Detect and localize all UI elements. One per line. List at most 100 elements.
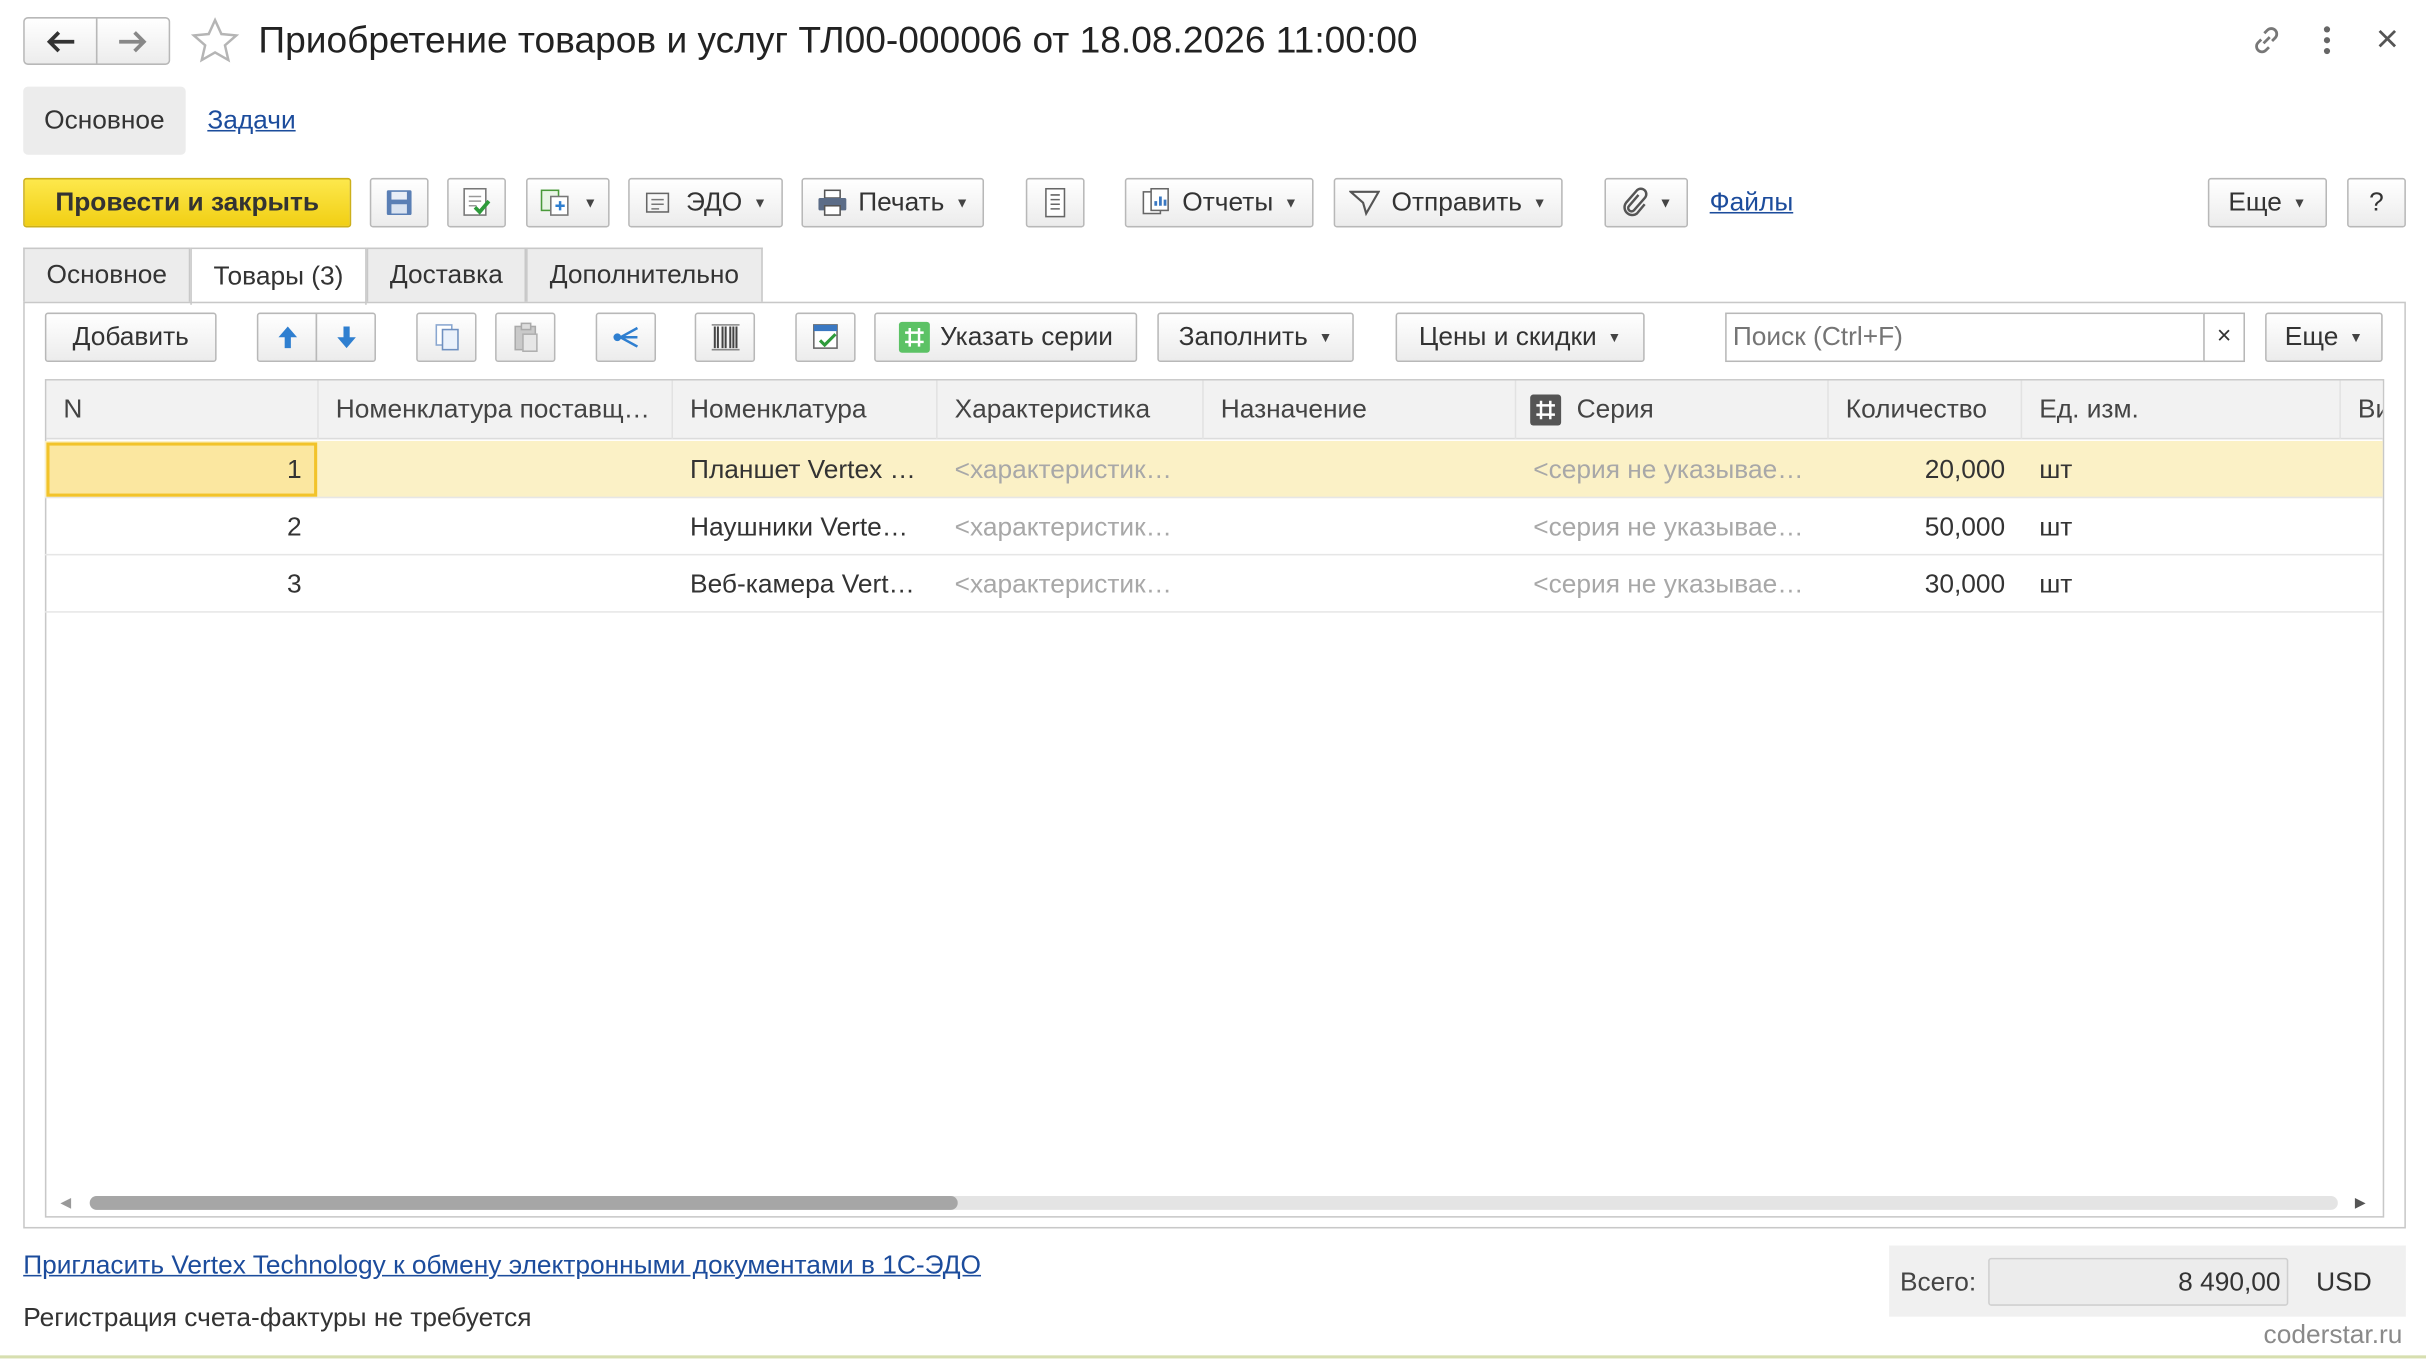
paste-row-button[interactable] bbox=[495, 312, 556, 363]
cell-characteristic[interactable]: <характеристик… bbox=[938, 555, 1204, 612]
invoice-note: Регистрация счета-фактуры не требуется bbox=[23, 1302, 532, 1333]
create-based-on-button[interactable]: ▼ bbox=[526, 177, 610, 228]
arrow-up-icon bbox=[275, 323, 300, 351]
post-and-close-button[interactable]: Провести и закрыть bbox=[23, 177, 352, 228]
hash-icon bbox=[898, 321, 930, 353]
more-vertical-icon[interactable] bbox=[2316, 23, 2338, 57]
distribute-button[interactable] bbox=[595, 312, 657, 363]
col-header-qty[interactable]: Количество bbox=[1829, 380, 2023, 440]
cell-qty[interactable]: 30,000 bbox=[1829, 555, 2022, 612]
cell-series[interactable]: <серия не указывае… bbox=[1516, 555, 1829, 612]
star-icon[interactable] bbox=[190, 17, 240, 67]
files-link[interactable]: Файлы bbox=[1710, 187, 1794, 218]
col-header-purpose[interactable]: Назначение bbox=[1204, 380, 1517, 440]
scrollbar-thumb[interactable] bbox=[89, 1195, 958, 1210]
col-header-item[interactable]: Номенклатура bbox=[673, 380, 938, 440]
col-header-truncated[interactable]: Ви bbox=[2341, 381, 2383, 440]
copy-icon bbox=[432, 322, 460, 353]
cell-item[interactable]: Веб-камера Vert… bbox=[673, 555, 938, 612]
reports-label: Отчеты bbox=[1182, 187, 1274, 217]
structure-button[interactable] bbox=[1025, 177, 1085, 228]
total-value-field: 8 490,00 bbox=[1988, 1257, 2289, 1306]
print-button[interactable]: Печать ▼ bbox=[801, 177, 985, 228]
tab-label: Основное bbox=[46, 259, 168, 290]
barcode-button[interactable] bbox=[694, 312, 756, 363]
col-header-supplier-item[interactable]: Номенклатура поставщ… bbox=[319, 380, 674, 440]
send-button[interactable]: Отправить ▼ bbox=[1333, 177, 1563, 228]
caret-down-icon: ▼ bbox=[1658, 194, 1673, 211]
move-down-button[interactable] bbox=[315, 312, 376, 363]
cell-n[interactable]: 2 bbox=[46, 498, 318, 555]
add-row-button[interactable]: Добавить bbox=[44, 312, 217, 363]
link-icon[interactable] bbox=[2250, 23, 2284, 57]
copy-row-button[interactable] bbox=[416, 312, 477, 363]
fill-label: Заполнить bbox=[1178, 321, 1308, 352]
search-clear-button[interactable]: × bbox=[2203, 312, 2245, 363]
table-more-button[interactable]: Еще ▼ bbox=[2265, 312, 2383, 363]
post-button[interactable] bbox=[447, 177, 506, 228]
move-up-button[interactable] bbox=[256, 312, 318, 363]
cell-supplier-item[interactable] bbox=[319, 498, 673, 555]
cell-unit[interactable]: шт bbox=[2022, 441, 2341, 498]
back-button[interactable] bbox=[23, 17, 98, 65]
more-button[interactable]: Еще ▼ bbox=[2207, 177, 2327, 228]
cell-characteristic[interactable]: <характеристик… bbox=[938, 441, 1204, 498]
document-window: Приобретение товаров и услуг ТЛ00-000006… bbox=[0, 0, 2426, 1359]
hash-icon bbox=[1530, 394, 1562, 426]
attach-button[interactable]: ▼ bbox=[1604, 177, 1688, 228]
forward-button[interactable] bbox=[95, 17, 171, 65]
nav-main[interactable]: Основное bbox=[23, 86, 186, 155]
check-table-button[interactable] bbox=[795, 312, 856, 363]
fill-button[interactable]: Заполнить ▼ bbox=[1157, 312, 1354, 363]
col-header-series[interactable]: Серия bbox=[1516, 380, 1829, 440]
nav-tasks-link[interactable]: Задачи bbox=[207, 105, 295, 136]
col-header-characteristic[interactable]: Характеристика bbox=[938, 380, 1204, 440]
tab-delivery[interactable]: Доставка bbox=[366, 247, 527, 302]
specify-series-button[interactable]: Указать серии bbox=[874, 312, 1138, 363]
check-table-icon bbox=[810, 322, 841, 353]
reports-button[interactable]: Отчеты ▼ bbox=[1124, 177, 1314, 228]
col-header-n[interactable]: N bbox=[46, 380, 319, 440]
nav-main-label: Основное bbox=[44, 105, 165, 135]
cell-supplier-item[interactable] bbox=[319, 555, 673, 612]
scroll-right-icon[interactable]: ▶ bbox=[2355, 1194, 2366, 1211]
caret-down-icon: ▼ bbox=[955, 194, 970, 211]
cell-n[interactable]: 3 bbox=[46, 555, 318, 612]
help-button[interactable]: ? bbox=[2347, 177, 2406, 228]
cell-purpose[interactable] bbox=[1204, 555, 1517, 612]
prices-discounts-button[interactable]: Цены и скидки ▼ bbox=[1395, 312, 1645, 363]
cell-unit[interactable]: шт bbox=[2022, 498, 2341, 555]
cell-series[interactable]: <серия не указывае… bbox=[1516, 498, 1829, 555]
edo-button[interactable]: ЭДО ▼ bbox=[628, 177, 783, 228]
post-document-icon bbox=[460, 186, 494, 220]
cell-unit[interactable]: шт bbox=[2022, 555, 2341, 612]
cell-supplier-item[interactable] bbox=[319, 441, 673, 498]
horizontal-scrollbar[interactable] bbox=[89, 1195, 2338, 1210]
cell-item[interactable]: Планшет Vertex … bbox=[673, 441, 938, 498]
cell-item[interactable]: Наушники Verte… bbox=[673, 498, 938, 555]
total-value: 8 490,00 bbox=[2178, 1266, 2281, 1296]
caret-down-icon: ▼ bbox=[753, 194, 767, 211]
tab-goods[interactable]: Товары (3) bbox=[190, 247, 367, 305]
cell-characteristic[interactable]: <характеристик… bbox=[938, 498, 1204, 555]
caret-down-icon: ▼ bbox=[2292, 194, 2307, 211]
caret-down-icon: ▼ bbox=[1607, 329, 1622, 346]
invite-edo-link[interactable]: Пригласить Vertex Technology к обмену эл… bbox=[23, 1250, 981, 1281]
currency-label: USD bbox=[2316, 1267, 2372, 1297]
search-input[interactable] bbox=[1725, 312, 2205, 363]
arrow-down-icon bbox=[333, 323, 358, 351]
send-label: Отправить bbox=[1391, 187, 1522, 217]
tab-additional[interactable]: Дополнительно bbox=[526, 247, 763, 302]
cell-qty[interactable]: 20,000 bbox=[1829, 441, 2022, 498]
cell-purpose[interactable] bbox=[1204, 498, 1517, 555]
floppy-disk-icon bbox=[384, 187, 415, 218]
tab-main[interactable]: Основное bbox=[23, 247, 191, 302]
cell-purpose[interactable] bbox=[1204, 441, 1517, 498]
col-header-unit[interactable]: Ед. изм. bbox=[2022, 380, 2341, 440]
close-icon[interactable] bbox=[2375, 26, 2400, 51]
scroll-left-icon[interactable]: ◀ bbox=[60, 1194, 71, 1211]
cell-qty[interactable]: 50,000 bbox=[1829, 498, 2022, 555]
cell-n[interactable]: 1 bbox=[46, 441, 318, 498]
cell-series[interactable]: <серия не указывае… bbox=[1516, 441, 1829, 498]
save-button[interactable] bbox=[369, 177, 429, 228]
